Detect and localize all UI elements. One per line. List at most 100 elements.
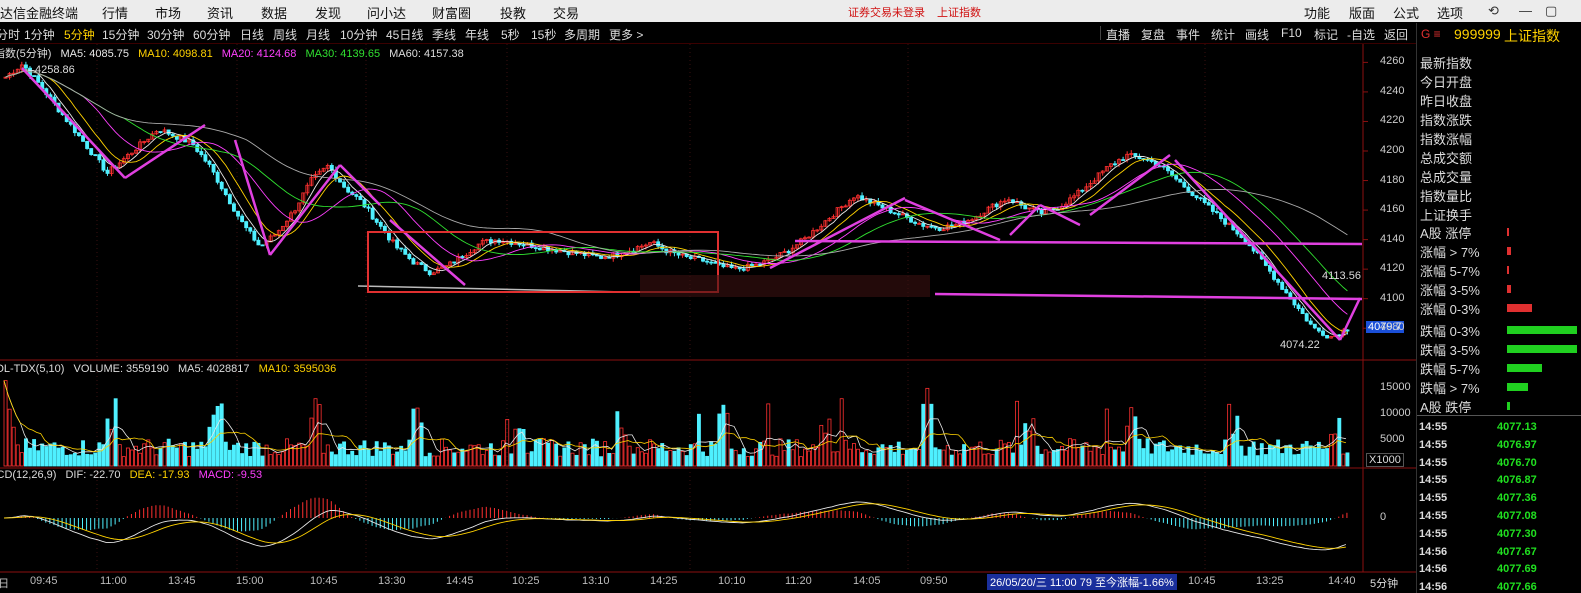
candle-body (1300, 308, 1305, 315)
volume-bar (97, 442, 102, 467)
volume-bar (1035, 445, 1040, 467)
volume-bar (48, 443, 53, 467)
candle-body (1345, 329, 1350, 332)
breadth-bar (1507, 304, 1532, 312)
volume-bar (1296, 453, 1301, 467)
volume-bar (1284, 445, 1289, 467)
volume-bar (1247, 446, 1252, 467)
candle-body (713, 261, 718, 264)
volume-bar (643, 452, 648, 467)
minimize-icon[interactable]: — (1519, 3, 1532, 18)
volume-bar (1088, 450, 1093, 467)
volume-bar (227, 449, 232, 467)
volume-bar (1113, 449, 1117, 467)
volume-bar (868, 452, 873, 467)
volume-bar (113, 398, 118, 467)
volume-bar (497, 455, 502, 467)
tick-time: 14:55 (1419, 456, 1448, 469)
candle-body (427, 270, 432, 276)
price-tick-label: 4140 (1380, 232, 1405, 245)
volume-bar (1255, 455, 1260, 467)
tick-price: 4076.97 (1497, 438, 1537, 451)
candle-body (537, 247, 542, 251)
time-tick-label: 10:45 (310, 575, 338, 587)
candle-body (378, 221, 383, 227)
candle-body (207, 160, 212, 165)
volume-bar (1215, 452, 1219, 467)
candle-body (909, 217, 913, 223)
volume-bar (664, 450, 669, 467)
breadth-bar (1507, 247, 1512, 255)
volume-bar (1198, 450, 1203, 467)
volume-bar (1068, 438, 1073, 467)
quote-field-label: 指数涨幅 (1420, 132, 1473, 147)
tick-price: 4077.13 (1497, 421, 1537, 433)
time-tick-label: 13:10 (582, 575, 610, 587)
stock-code[interactable]: 999999 (1454, 26, 1501, 42)
period-badge: 5分钟 (1370, 578, 1399, 590)
kline-chart[interactable] (0, 0, 1416, 593)
restore-icon[interactable]: ▢ (1545, 3, 1557, 19)
volume-bar (990, 454, 995, 467)
menu-options[interactable]: 选项 (1437, 3, 1463, 22)
volume-bar (619, 427, 624, 467)
candle-body (211, 164, 216, 173)
volume-bar (272, 452, 277, 467)
volume-bar (85, 453, 90, 467)
volume-bar (419, 422, 424, 467)
volume-bar (550, 439, 555, 467)
volume-bar (909, 448, 913, 467)
candle-body (227, 194, 232, 205)
candle-body (1178, 178, 1183, 183)
volume-bar (460, 448, 465, 467)
volume-bar (529, 451, 534, 467)
volume-tick-label: 5000 (1380, 433, 1405, 446)
volume-bar (831, 451, 836, 467)
volume-bar (770, 454, 775, 467)
volume-bar (741, 448, 746, 467)
ma5-label: MA5: 4085.75 (60, 48, 130, 60)
volume-bar (631, 453, 636, 467)
candle-body (1198, 197, 1203, 200)
volume-bar (590, 438, 595, 467)
time-tick-label: 13:25 (1256, 575, 1284, 587)
volume-bar (387, 445, 391, 467)
main-legend-title: 指数(5分钟) (0, 48, 52, 60)
price-tick-label: 4260 (1380, 55, 1405, 68)
volume-ma10: MA10: 3595036 (258, 363, 337, 375)
candle-body (1080, 189, 1085, 192)
candle-body (236, 210, 240, 217)
candle-body (346, 186, 351, 193)
macd-legend-title: MACD(12,26,9) (0, 469, 57, 481)
volume-bar (1011, 452, 1015, 467)
volume-bar (77, 455, 81, 467)
breadth-label: 涨幅 5-7% (1420, 264, 1480, 279)
volume-bar (346, 454, 351, 467)
price-tick-label: 4180 (1380, 173, 1405, 186)
volume-bar (1121, 451, 1126, 467)
volume-bar (423, 456, 428, 467)
tick-time: 14:56 (1419, 581, 1448, 593)
tick-time: 14:56 (1419, 545, 1448, 558)
volume-bar (15, 444, 20, 467)
volume-bar (435, 455, 440, 467)
volume-bar (668, 450, 673, 467)
volume-bar (1060, 445, 1064, 467)
volume-bar (684, 455, 689, 467)
candle-body (1325, 335, 1330, 339)
breadth-label: 涨幅 3-5% (1420, 283, 1480, 298)
volume-bar (786, 439, 791, 467)
volume-bar (819, 424, 824, 467)
volume-bar (89, 454, 94, 467)
volume-bar (872, 454, 877, 467)
trend-line (21, 67, 126, 179)
refresh-icon[interactable]: ⟲ (1488, 3, 1499, 19)
candle-body (195, 144, 200, 152)
volume-bar (374, 441, 379, 467)
candle-body (374, 218, 379, 223)
tick-price: 4077.66 (1497, 581, 1537, 593)
volume-bar (268, 454, 273, 467)
volume-bar (1015, 400, 1020, 467)
candle-body (370, 207, 375, 220)
volume-bar (1023, 423, 1028, 467)
